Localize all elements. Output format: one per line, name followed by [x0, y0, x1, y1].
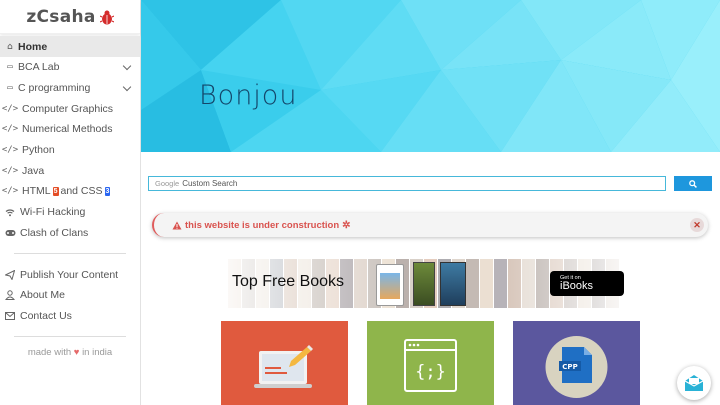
book-cover-image: [440, 262, 466, 306]
footer-suffix: in india: [82, 347, 113, 359]
sidebar-item-java[interactable]: </> Java: [0, 160, 140, 181]
css3-icon: 3: [104, 186, 111, 196]
book-cover-image: [413, 262, 435, 306]
search-icon: [689, 179, 697, 188]
code-icon: </>: [1, 186, 19, 197]
sidebar-item-contact[interactable]: Contact Us: [0, 306, 140, 327]
cpp-file-icon: CPP: [545, 336, 608, 398]
sidebar-item-wifi-hacking[interactable]: Wi-Fi Hacking: [0, 202, 140, 223]
wifi-icon: [4, 208, 16, 217]
svg-text:CPP: CPP: [562, 363, 577, 371]
search-placeholder: Custom Search: [182, 179, 238, 188]
tile-cpp[interactable]: CPP: [513, 321, 640, 405]
user-icon: [4, 290, 16, 301]
chevron-down-icon: [122, 61, 132, 71]
home-icon: ⌂: [7, 41, 13, 52]
sidebar-divider: [14, 336, 126, 338]
gear-icon: ✲: [342, 219, 351, 231]
sidebar-item-label: Home: [18, 40, 48, 53]
site-logo[interactable]: zCsaha: [0, 0, 140, 34]
search-button[interactable]: [674, 176, 712, 191]
envelope-icon: [4, 311, 16, 320]
svg-text:{;}: {;}: [415, 362, 446, 382]
sidebar-item-html-css[interactable]: </> HTML 5 and CSS 3: [0, 181, 140, 202]
close-icon[interactable]: ✕: [690, 218, 704, 232]
envelope-open-icon: [684, 375, 704, 391]
sidebar-item-label: Contact Us: [20, 309, 72, 322]
sidebar-item-label: About Me: [20, 289, 65, 302]
sidebar-footer: made with ♥ in india: [0, 347, 140, 358]
sidebar-item-clash-of-clans[interactable]: Clash of Clans: [0, 223, 140, 244]
sidebar-item-label: Publish Your Content: [20, 268, 119, 281]
laptop-pencil-icon: [254, 345, 313, 388]
code-icon: </>: [1, 103, 19, 114]
banner-title: Top Free Books: [232, 273, 345, 290]
sidebar-item-numerical-methods[interactable]: </> Numerical Methods: [0, 119, 140, 140]
warning-icon: [172, 221, 182, 229]
sidebar: zCsaha ⌂ Home ▭ BCA Lab ▭ C programming …: [0, 0, 141, 405]
construction-alert: this website is under construction ✲ ✕: [152, 213, 708, 237]
tile-web-design[interactable]: [221, 321, 348, 405]
sidebar-item-label: HTML: [22, 185, 51, 198]
sidebar-item-label-suffix: and CSS: [60, 185, 103, 198]
folder-icon: ▭: [7, 62, 13, 73]
sidebar-item-label: Numerical Methods: [22, 123, 113, 136]
sidebar-item-label: Wi-Fi Hacking: [20, 206, 86, 219]
hero-polygon-background: [141, 0, 720, 152]
sidebar-item-label: Python: [22, 144, 55, 157]
sidebar-item-publish[interactable]: Publish Your Content: [0, 264, 140, 285]
code-icon: </>: [1, 124, 19, 135]
folder-icon: ▭: [7, 83, 13, 94]
iphone-image: [376, 264, 404, 306]
sidebar-item-label: Clash of Clans: [20, 226, 89, 239]
sidebar-item-label: BCA Lab: [18, 61, 60, 74]
heart-icon: ♥: [73, 347, 80, 359]
sidebar-item-label: Computer Graphics: [22, 102, 114, 115]
ibooks-large-text: iBooks: [560, 280, 594, 292]
send-icon: [4, 269, 16, 280]
bug-icon: [99, 10, 114, 24]
sidebar-nav: ⌂ Home ▭ BCA Lab ▭ C programming </> Com…: [0, 36, 140, 243]
sidebar-item-label: C programming: [18, 82, 91, 95]
alert-text: this website is under construction: [185, 219, 340, 231]
html5-icon: 5: [52, 186, 59, 196]
sidebar-item-c-programming[interactable]: ▭ C programming: [0, 78, 140, 99]
sidebar-item-computer-graphics[interactable]: </> Computer Graphics: [0, 98, 140, 119]
hero-title: Bonjou: [199, 80, 298, 111]
alert-message: this website is under construction ✲: [172, 220, 351, 231]
sidebar-item-about[interactable]: About Me: [0, 285, 140, 306]
sidebar-item-home[interactable]: ⌂ Home: [0, 36, 140, 57]
code-window-icon: {;}: [404, 339, 457, 392]
code-icon: </>: [1, 165, 19, 176]
ibooks-badge[interactable]: Get it on iBooks: [550, 271, 624, 296]
search-brand: Google: [155, 179, 180, 188]
hero-banner: Bonjou: [141, 0, 720, 152]
tile-code[interactable]: {;}: [367, 321, 494, 405]
sidebar-secondary-nav: Publish Your Content About Me Contact Us: [0, 264, 140, 326]
chevron-down-icon: [122, 82, 132, 91]
search-input[interactable]: Google Custom Search: [148, 176, 666, 191]
code-icon: </>: [1, 145, 19, 156]
search-bar: Google Custom Search: [148, 176, 712, 192]
sidebar-item-python[interactable]: </> Python: [0, 140, 140, 161]
footer-prefix: made with: [27, 347, 72, 359]
gamepad-icon: [4, 229, 16, 237]
logo-text: zCsaha: [26, 6, 96, 27]
top-free-books-banner[interactable]: Top Free Books Get it on iBooks: [228, 259, 630, 308]
sidebar-item-label: Java: [22, 164, 45, 177]
sidebar-item-bca-lab[interactable]: ▭ BCA Lab: [0, 57, 140, 78]
sidebar-divider: [14, 253, 126, 255]
contact-fab[interactable]: [677, 366, 711, 400]
